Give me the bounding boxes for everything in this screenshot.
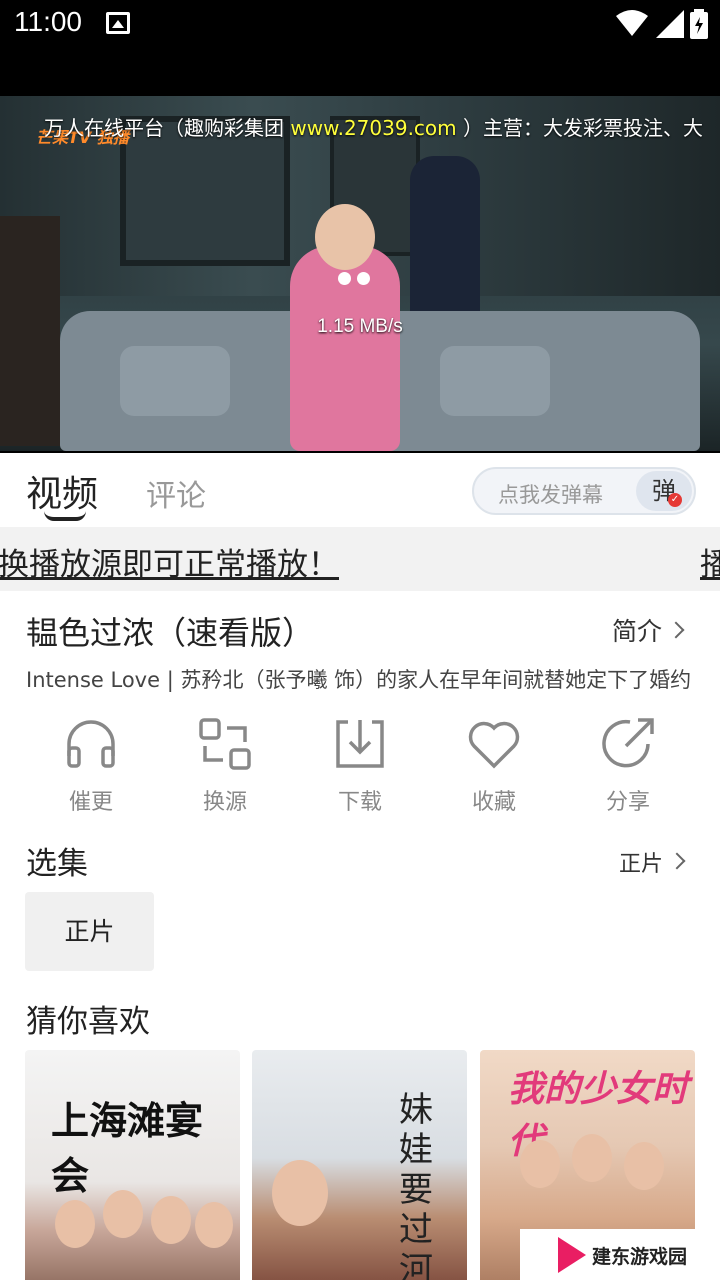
heart-icon bbox=[468, 721, 520, 769]
recommend-poster[interactable]: 上海滩宴会 bbox=[25, 1050, 240, 1280]
video-player[interactable]: 芒果TV 独播 万人在线平台（趣购彩集团 www.27039.com ）主营：大… bbox=[0, 48, 720, 453]
chevron-right-icon bbox=[668, 852, 686, 870]
signal-icon bbox=[656, 10, 684, 38]
episodes-more-link[interactable]: 正片 bbox=[619, 846, 686, 878]
ad-ticker: 万人在线平台（趣购彩集团 www.27039.com ）主营：大发彩票投注、大 bbox=[44, 112, 703, 141]
battery-icon bbox=[690, 9, 708, 39]
content-tabs: 视频 评论 点我发弹幕 弹 ✓ bbox=[0, 453, 720, 527]
recommend-title: 猜你喜欢 bbox=[26, 1004, 150, 1040]
episode-button[interactable]: 正片 bbox=[25, 892, 154, 971]
notice-text-next[interactable]: 播 bbox=[700, 539, 720, 584]
tab-active-indicator bbox=[44, 511, 86, 521]
chevron-right-icon bbox=[667, 621, 685, 639]
switch-source-icon bbox=[199, 718, 251, 770]
ticker-tail: ）主营：大发彩票投注、大 bbox=[463, 116, 704, 140]
favorite-button[interactable]: 收藏 bbox=[427, 716, 561, 816]
notice-text[interactable]: 换播放源即可正常播放！ bbox=[0, 539, 339, 584]
intro-label: 简介 bbox=[612, 617, 663, 646]
clock: 11:00 bbox=[14, 6, 82, 37]
current-episode-label: 正片 bbox=[619, 852, 664, 877]
image-icon bbox=[106, 12, 130, 34]
urge-update-label: 催更 bbox=[68, 790, 113, 815]
poster-title: 上海滩宴会 bbox=[51, 1098, 204, 1198]
urge-update-button[interactable]: 催更 bbox=[24, 716, 158, 816]
download-label: 下载 bbox=[337, 790, 382, 815]
intro-link[interactable]: 简介 bbox=[612, 612, 685, 648]
poster-title: 妹娃要过河 bbox=[399, 1090, 433, 1280]
ticker-text: 万人在线平台（趣购彩集团 bbox=[44, 116, 284, 140]
tab-video[interactable]: 视频 bbox=[26, 465, 98, 517]
share-label: 分享 bbox=[605, 790, 650, 815]
share-icon bbox=[602, 718, 654, 768]
danmu-placeholder: 点我发弹幕 bbox=[498, 483, 603, 507]
episodes-title: 选集 bbox=[26, 846, 88, 882]
status-bar: 11:00 bbox=[0, 0, 720, 48]
wifi-icon bbox=[616, 10, 648, 36]
action-bar: 催更 换源 下载 收藏 分享 bbox=[24, 716, 696, 826]
ticker-url: www.27039.com bbox=[290, 116, 457, 140]
check-badge-icon: ✓ bbox=[668, 493, 682, 507]
share-button[interactable]: 分享 bbox=[561, 716, 695, 816]
download-icon bbox=[336, 720, 384, 768]
download-button[interactable]: 下载 bbox=[293, 716, 427, 816]
switch-source-label: 换源 bbox=[202, 790, 247, 815]
download-speed: 1.15 MB/s bbox=[317, 316, 403, 337]
video-description: Intense Love | 苏矜北（张予曦 饰）的家人在早年间就替她定下了婚约 bbox=[26, 668, 692, 692]
headphones-icon bbox=[67, 720, 115, 768]
watermark-badge: 建东游戏园 bbox=[520, 1229, 720, 1280]
notice-marquee: 换播放源即可正常播放！ 播 bbox=[0, 527, 720, 591]
video-title: 韫色过浓（速看版） bbox=[26, 614, 315, 652]
recommend-poster[interactable]: 妹娃要过河 bbox=[252, 1050, 467, 1280]
play-logo-icon bbox=[558, 1237, 586, 1273]
favorite-label: 收藏 bbox=[471, 790, 516, 815]
watermark-text: 建东游戏园 bbox=[592, 1246, 688, 1268]
danmu-toggle-button[interactable]: 弹 bbox=[636, 471, 692, 511]
loading-indicator bbox=[338, 270, 376, 289]
danmu-input[interactable]: 点我发弹幕 弹 ✓ bbox=[472, 467, 696, 515]
tab-comment[interactable]: 评论 bbox=[146, 471, 206, 515]
switch-source-button[interactable]: 换源 bbox=[158, 716, 292, 816]
